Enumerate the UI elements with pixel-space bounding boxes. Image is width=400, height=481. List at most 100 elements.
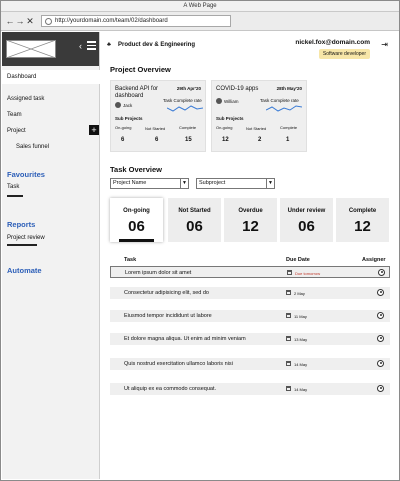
- table-row[interactable]: Eiusmod tempor incididunt ut labore 11 M…: [110, 310, 390, 322]
- project-owner: Jack: [123, 103, 133, 108]
- avatar: [115, 102, 121, 108]
- calendar-icon: [286, 336, 291, 341]
- forward-arrow-icon[interactable]: →: [15, 16, 25, 26]
- back-arrow-icon[interactable]: ←: [5, 16, 15, 26]
- due-date: 11 May: [294, 313, 307, 319]
- reports-underline: [7, 244, 37, 246]
- url-text: http://yourdomain.com/team/02/dashboard: [55, 18, 168, 24]
- select-value: Project Name: [113, 180, 147, 186]
- due-date: 14 May: [294, 386, 308, 392]
- favourites-underline: [7, 195, 23, 197]
- chevron-left-icon[interactable]: ‹: [79, 42, 82, 51]
- assignee-avatar-icon[interactable]: [377, 360, 384, 367]
- table-row[interactable]: Quis nostrud exercitation ullamco labori…: [110, 358, 390, 370]
- stat-card-ongoing[interactable]: On-going 06: [110, 198, 163, 242]
- stat-value: 06: [298, 218, 315, 235]
- stat-value: 12: [242, 218, 259, 235]
- sidebar-item-team[interactable]: Team: [2, 110, 100, 121]
- stat-card-complete[interactable]: Complete 12: [336, 198, 389, 242]
- active-indicator: [119, 239, 154, 242]
- project-name: COVID-19 apps: [216, 86, 259, 92]
- column-header-assigner: Assigner: [362, 257, 386, 263]
- assignee-avatar-icon[interactable]: [377, 289, 384, 296]
- project-date: 28th May'20: [276, 86, 302, 91]
- due-date: 14 May: [294, 361, 308, 367]
- stat-label: Not Started: [178, 208, 211, 214]
- sidebar-item-sales-funnel[interactable]: Sales funnel: [2, 142, 100, 153]
- table-row[interactable]: Consectetur adipisicing elit, sed do 2 M…: [110, 287, 390, 299]
- assignee-avatar-icon[interactable]: [377, 312, 384, 319]
- column-header-due-date: Due Date: [286, 257, 310, 263]
- select-value: Subproject: [199, 180, 226, 186]
- stat-value: 06: [128, 218, 145, 235]
- stat-card-overdue[interactable]: Overdue 12: [224, 198, 277, 242]
- stat-label: Not Started: [246, 126, 267, 131]
- stat-label: On-going: [115, 125, 132, 130]
- main-content: ♣ Product dev & Engineering nickel.fox@d…: [100, 32, 398, 479]
- table-row[interactable]: Lorem ipsum dolor sit amet Due tomorrow: [110, 266, 390, 278]
- window-title: A Web Page: [1, 1, 399, 12]
- url-input[interactable]: http://yourdomain.com/team/02/dashboard: [41, 15, 231, 27]
- sidebar-item-dashboard[interactable]: Dashboard: [2, 70, 100, 84]
- task-title: Lorem ipsum dolor sit amet: [125, 270, 192, 276]
- stat-label: Not Started: [145, 126, 166, 131]
- sparkline-chart: [266, 105, 302, 112]
- stat-label: Overdue: [238, 208, 263, 214]
- favourites-heading: Favourites: [7, 170, 45, 179]
- breadcrumb: Product dev & Engineering: [118, 42, 196, 48]
- calendar-icon: [287, 270, 292, 275]
- stat-label: Under review: [287, 208, 326, 214]
- stat-value: 12: [222, 137, 229, 143]
- calendar-icon: [286, 313, 291, 318]
- calendar-icon: [286, 361, 291, 366]
- task-complete-rate-label: Task Complete rate: [163, 98, 202, 103]
- logout-icon[interactable]: ⇥: [381, 40, 388, 49]
- stat-value: 12: [354, 218, 371, 235]
- stat-value: 6: [121, 137, 125, 143]
- stat-card-under-review[interactable]: Under review 06: [280, 198, 333, 242]
- avatar: [216, 98, 222, 104]
- table-row[interactable]: Et dolore magna aliqua. Ut enim ad minim…: [110, 333, 390, 345]
- sidebar-item-task[interactable]: Task: [2, 182, 100, 193]
- table-row[interactable]: Ut aliquip ex ea commodo consequat. 14 M…: [110, 383, 390, 395]
- sidebar-item-project-review[interactable]: Project review: [2, 233, 100, 244]
- logo-placeholder-icon: [6, 40, 56, 58]
- assignee-avatar-icon[interactable]: [377, 385, 384, 392]
- project-overview-title: Project Overview: [110, 65, 171, 74]
- task-title: Et dolore magna aliqua. Ut enim ad minim…: [124, 336, 246, 342]
- stat-value: 15: [185, 137, 192, 143]
- sub-projects-label: Sub Projects: [115, 116, 143, 121]
- stat-label: Complete: [348, 208, 377, 214]
- role-badge: Software developer: [318, 49, 370, 59]
- stat-card-not-started[interactable]: Not Started 06: [168, 198, 221, 242]
- calendar-icon: [286, 386, 291, 391]
- stat-label: Complete: [280, 125, 298, 130]
- project-date: 29th Apr'20: [176, 86, 201, 91]
- project-card[interactable]: COVID-19 apps 28th May'20 William Task C…: [211, 80, 307, 152]
- sidebar: ‹ Dashboard Assigned task Team Project +…: [2, 32, 100, 479]
- stat-label: Complete: [179, 125, 197, 130]
- automate-heading[interactable]: Automate: [7, 266, 42, 275]
- project-card[interactable]: Backend API for dashboard 29th Apr'20 Ja…: [110, 80, 206, 152]
- close-icon[interactable]: ✕: [25, 16, 35, 26]
- user-email: nickel.fox@domain.com: [295, 39, 370, 46]
- sidebar-item-assigned-task[interactable]: Assigned task: [2, 94, 100, 105]
- stat-label: On-going: [123, 208, 150, 214]
- reports-heading: Reports: [7, 220, 36, 229]
- task-complete-rate-label: Task Complete rate: [260, 98, 299, 103]
- assignee-avatar-icon[interactable]: [377, 335, 384, 342]
- assignee-avatar-icon[interactable]: [378, 269, 385, 276]
- project-name: Backend API for dashboard: [115, 86, 159, 99]
- project-name-select[interactable]: Project Name ▼: [110, 178, 189, 189]
- sparkline-chart: [167, 105, 203, 112]
- chevron-down-icon: ▼: [180, 179, 188, 188]
- hamburger-menu-icon[interactable]: [87, 41, 96, 52]
- stat-value: 2: [258, 137, 262, 143]
- subproject-select[interactable]: Subproject ▼: [196, 178, 275, 189]
- sidebar-item-project[interactable]: Project: [2, 126, 100, 137]
- add-project-button[interactable]: +: [89, 125, 99, 135]
- browser-toolbar: ← → ✕ http://yourdomain.com/team/02/dash…: [1, 12, 399, 31]
- team-icon: ♣: [107, 42, 111, 48]
- task-title: Eiusmod tempor incididunt ut labore: [124, 313, 212, 319]
- chevron-down-icon: ▼: [266, 179, 274, 188]
